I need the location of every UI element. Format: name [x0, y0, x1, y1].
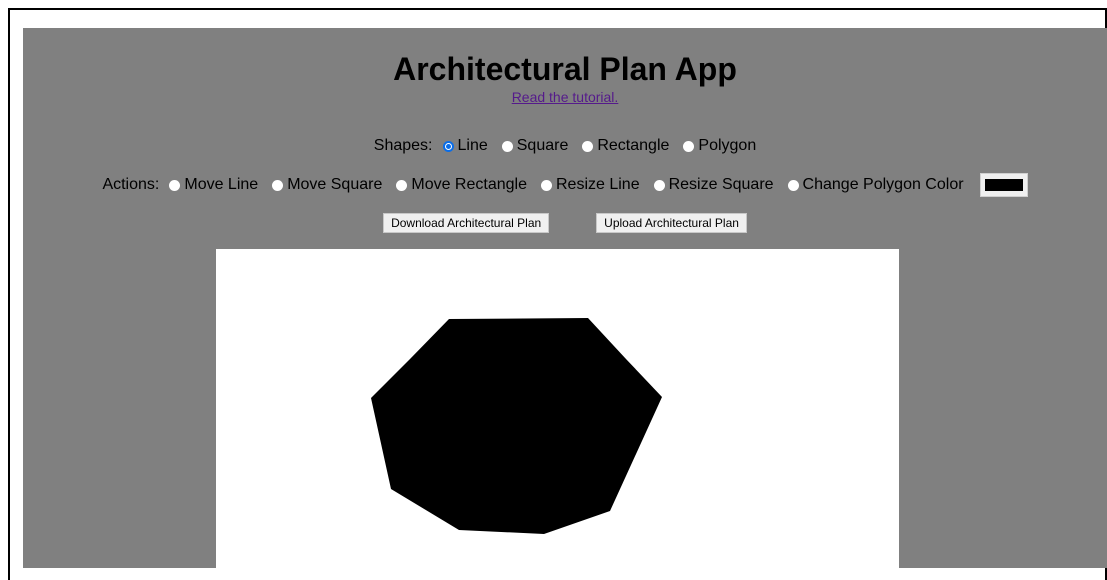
- shapes-label: Shapes:: [373, 137, 433, 154]
- radio-resize-square[interactable]: [653, 179, 665, 191]
- polygon-color-fill: [984, 179, 1023, 191]
- shape-option-label: Square: [516, 137, 569, 154]
- drawn-polygon[interactable]: [371, 318, 662, 534]
- file-buttons: Download Architectural Plan Upload Archi…: [23, 212, 1107, 234]
- radio-move-line[interactable]: [169, 179, 181, 191]
- radio-polygon[interactable]: [683, 140, 695, 152]
- radio-rectangle[interactable]: [582, 140, 594, 152]
- shape-option-line[interactable]: Line: [442, 137, 488, 155]
- shape-option-label: Polygon: [698, 137, 757, 154]
- action-option-move-rectangle[interactable]: Move Rectangle: [396, 176, 527, 194]
- download-plan-button[interactable]: Download Architectural Plan: [383, 213, 550, 233]
- polygon-color-picker[interactable]: [979, 173, 1028, 197]
- action-option-resize-line[interactable]: Resize Line: [540, 176, 640, 194]
- actions-label: Actions:: [102, 176, 160, 193]
- action-option-move-square[interactable]: Move Square: [272, 176, 382, 194]
- upload-plan-button[interactable]: Upload Architectural Plan: [596, 213, 747, 233]
- action-option-resize-square[interactable]: Resize Square: [653, 176, 774, 194]
- action-option-change-polygon-color[interactable]: Change Polygon Color: [787, 176, 964, 194]
- action-option-label: Change Polygon Color: [802, 176, 964, 193]
- action-option-move-line[interactable]: Move Line: [169, 176, 258, 194]
- shapes-radio-group: Shapes: Line Square Rectangle Polygon: [23, 135, 1107, 157]
- radio-move-square[interactable]: [272, 179, 284, 191]
- shape-option-polygon[interactable]: Polygon: [683, 137, 756, 155]
- action-option-label: Move Rectangle: [411, 176, 527, 193]
- radio-square[interactable]: [501, 140, 513, 152]
- radio-change-polygon-color[interactable]: [787, 179, 799, 191]
- canvas-svg: [371, 318, 662, 534]
- drawing-canvas[interactable]: [216, 249, 899, 568]
- action-option-label: Resize Line: [555, 176, 640, 193]
- tutorial-link-wrapper: Read the tutorial.: [23, 89, 1107, 105]
- actions-radio-group: Actions: Move Line Move Square Move Rect…: [23, 173, 1107, 197]
- action-option-label: Move Square: [287, 176, 383, 193]
- radio-line[interactable]: [442, 140, 454, 152]
- action-option-label: Resize Square: [668, 176, 774, 193]
- action-option-label: Move Line: [184, 176, 259, 193]
- shape-option-rectangle[interactable]: Rectangle: [582, 137, 669, 155]
- radio-resize-line[interactable]: [540, 179, 552, 191]
- shape-option-label: Line: [457, 137, 488, 154]
- shape-option-label: Rectangle: [597, 137, 670, 154]
- shape-option-square[interactable]: Square: [501, 137, 569, 155]
- app-container: Architectural Plan App Read the tutorial…: [23, 28, 1107, 568]
- radio-move-rectangle[interactable]: [396, 179, 408, 191]
- tutorial-link[interactable]: Read the tutorial.: [512, 89, 619, 105]
- app-title: Architectural Plan App: [393, 51, 737, 87]
